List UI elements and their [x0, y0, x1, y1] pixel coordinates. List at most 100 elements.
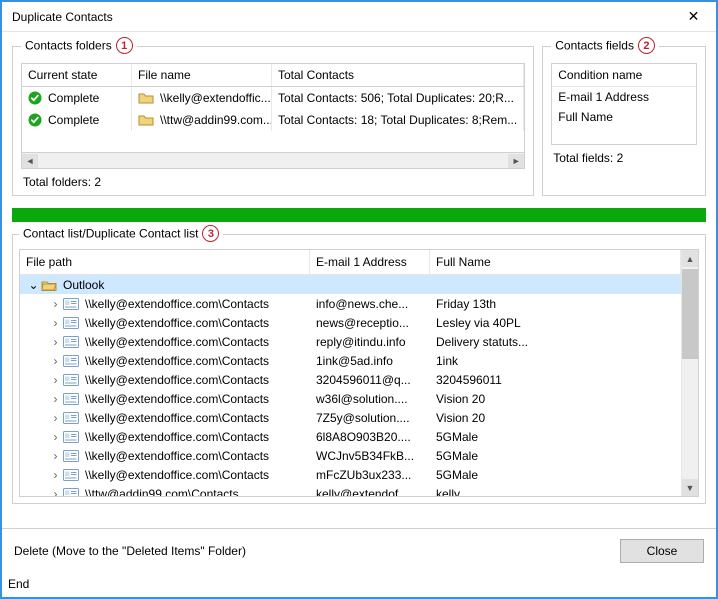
chevron-right-icon[interactable]: › — [50, 297, 61, 311]
table-row[interactable]: Complete \\kelly@extendoffic... Total Co… — [22, 87, 524, 109]
folder-icon — [138, 113, 154, 127]
chevron-right-icon[interactable]: › — [50, 373, 61, 387]
state-text: Complete — [48, 91, 99, 105]
table-row[interactable]: › \\kelly@extendoffice.com\Contacts 1ink@5… — [20, 351, 681, 370]
title-bar: Duplicate Contacts ✕ — [2, 2, 716, 32]
table-row[interactable]: ›\\kelly@extendoffice.com\Contactsw36l@s… — [20, 389, 681, 408]
horizontal-scrollbar[interactable]: ◄ ► — [21, 153, 525, 169]
scroll-up-icon[interactable]: ▲ — [682, 250, 698, 267]
table-row[interactable]: › \\kelly@extendoffice.com\Contacts 320459… — [20, 370, 681, 389]
close-button[interactable]: Close — [620, 539, 704, 563]
col-email[interactable]: E-mail 1 Address — [310, 250, 430, 274]
folders-list[interactable]: Complete \\kelly@extendoffic... Total Co… — [21, 87, 525, 153]
conditions-list[interactable]: Condition name E-mail 1 Address Full Nam… — [551, 63, 697, 145]
window-title: Duplicate Contacts — [12, 10, 671, 24]
grid-header: File path E-mail 1 Address Full Name — [20, 250, 681, 275]
file-text: \\kelly@extendoffic... — [160, 91, 271, 105]
chevron-right-icon[interactable]: › — [50, 449, 61, 463]
fullname-text: Lesley via 40PL — [430, 316, 681, 330]
chevron-right-icon[interactable]: › — [50, 335, 61, 349]
chevron-down-icon[interactable]: ⌄ — [28, 278, 39, 292]
fullname-text: 5GMale — [430, 430, 681, 444]
fullname-text: Vision 20 — [430, 392, 681, 406]
root-label: Outlook — [63, 278, 104, 292]
contact-card-icon — [63, 468, 79, 482]
fullname-text: 3204596011 — [430, 373, 681, 387]
chevron-right-icon[interactable]: › — [50, 468, 61, 482]
col-full-name[interactable]: Full Name — [430, 250, 681, 274]
contact-card-icon — [63, 487, 79, 497]
tree-root-row[interactable]: ⌄ Outlook — [20, 275, 681, 294]
scroll-right-icon[interactable]: ► — [508, 154, 524, 168]
contact-card-icon — [63, 354, 79, 368]
contact-card-icon — [63, 449, 79, 463]
vertical-scrollbar[interactable]: ▲ ▼ — [681, 250, 698, 496]
fullname-text: Vision 20 — [430, 411, 681, 425]
path-text: \\kelly@extendoffice.com\Contacts — [85, 430, 269, 444]
contacts-fields-legend: Contacts fields — [555, 39, 634, 53]
table-row[interactable]: ›\\ttw@addin99.com\Contactskelly@extendo… — [20, 484, 681, 496]
badge-1: 1 — [116, 37, 133, 54]
close-icon[interactable]: ✕ — [671, 2, 716, 32]
table-row[interactable]: ›\\kelly@extendoffice.com\Contacts7Z5y@s… — [20, 408, 681, 427]
email-text: reply@itindu.info — [310, 335, 430, 349]
contacts-folders-legend: Contacts folders — [25, 39, 112, 53]
delete-hint-label: Delete (Move to the "Deleted Items" Fold… — [14, 544, 620, 558]
table-row[interactable]: › \\kelly@extendoffice.com\Contacts reply@… — [20, 332, 681, 351]
chevron-right-icon[interactable]: › — [50, 487, 61, 497]
scroll-left-icon[interactable]: ◄ — [22, 154, 38, 168]
fullname-text: 5GMale — [430, 468, 681, 482]
path-text: \\kelly@extendoffice.com\Contacts — [85, 392, 269, 406]
contacts-fields-group: Contacts fields2 Condition name E-mail 1… — [542, 38, 706, 196]
col-current-state[interactable]: Current state — [22, 64, 132, 86]
list-item[interactable]: Full Name — [552, 107, 696, 127]
contact-card-icon — [63, 411, 79, 425]
folder-open-icon — [41, 278, 57, 292]
chevron-right-icon[interactable]: › — [50, 354, 61, 368]
table-row[interactable]: › \\kelly@extendoffice.com\Contacts mFcZUb… — [20, 465, 681, 484]
fullname-text: Delivery statuts... — [430, 335, 681, 349]
scroll-down-icon[interactable]: ▼ — [682, 479, 698, 496]
table-row[interactable]: Complete \\ttw@addin99.com... Total Cont… — [22, 109, 524, 131]
duplicate-list-legend: Contact list/Duplicate Contact list — [23, 227, 198, 241]
scroll-thumb[interactable] — [682, 269, 698, 359]
chevron-right-icon[interactable]: › — [50, 316, 61, 330]
table-row[interactable]: › \\kelly@extendoffice.com\Contacts 6l8A8O… — [20, 427, 681, 446]
col-file-name[interactable]: File name — [132, 64, 272, 86]
table-row[interactable]: ›\\kelly@extendoffice.com\Contactsinfo@n… — [20, 294, 681, 313]
badge-3: 3 — [202, 225, 219, 242]
chevron-right-icon[interactable]: › — [50, 392, 61, 406]
fullname-text: 5GMale — [430, 449, 681, 463]
path-text: \\kelly@extendoffice.com\Contacts — [85, 297, 269, 311]
path-text: \\kelly@extendoffice.com\Contacts — [85, 316, 269, 330]
col-file-path[interactable]: File path — [20, 250, 310, 274]
path-text: \\kelly@extendoffice.com\Contacts — [85, 468, 269, 482]
fullname-text: 1ink — [430, 354, 681, 368]
condition-header[interactable]: Condition name — [552, 64, 696, 87]
email-text: mFcZUb3ux233... — [310, 468, 430, 482]
chevron-right-icon[interactable]: › — [50, 430, 61, 444]
contact-card-icon — [63, 335, 79, 349]
col-total-contacts[interactable]: Total Contacts — [272, 64, 524, 86]
path-text: \\kelly@extendoffice.com\Contacts — [85, 335, 269, 349]
email-text: 6l8A8O903B20.... — [310, 430, 430, 444]
chevron-right-icon[interactable]: › — [50, 411, 61, 425]
email-text: WCJnv5B34FkB... — [310, 449, 430, 463]
state-text: Complete — [48, 113, 99, 127]
path-text: \\kelly@extendoffice.com\Contacts — [85, 373, 269, 387]
contact-card-icon — [63, 316, 79, 330]
contact-card-icon — [63, 392, 79, 406]
table-row[interactable]: ›\\kelly@extendoffice.com\Contactsnews@r… — [20, 313, 681, 332]
progress-bar — [12, 208, 706, 222]
list-item[interactable]: E-mail 1 Address — [552, 87, 696, 107]
file-text: \\ttw@addin99.com... — [160, 113, 272, 127]
duplicate-grid[interactable]: File path E-mail 1 Address Full Name ⌄ O… — [19, 249, 699, 497]
total-fields-label: Total fields: 2 — [551, 145, 697, 165]
path-text: \\kelly@extendoffice.com\Contacts — [85, 449, 269, 463]
contact-card-icon — [63, 373, 79, 387]
dialog-window: Duplicate Contacts ✕ Contacts folders 1 C… — [0, 0, 718, 599]
email-text: 1ink@5ad.info — [310, 354, 430, 368]
contact-card-icon — [63, 430, 79, 444]
table-row[interactable]: › \\kelly@extendoffice.com\Contacts WCJnv5… — [20, 446, 681, 465]
path-text: \\kelly@extendoffice.com\Contacts — [85, 354, 269, 368]
